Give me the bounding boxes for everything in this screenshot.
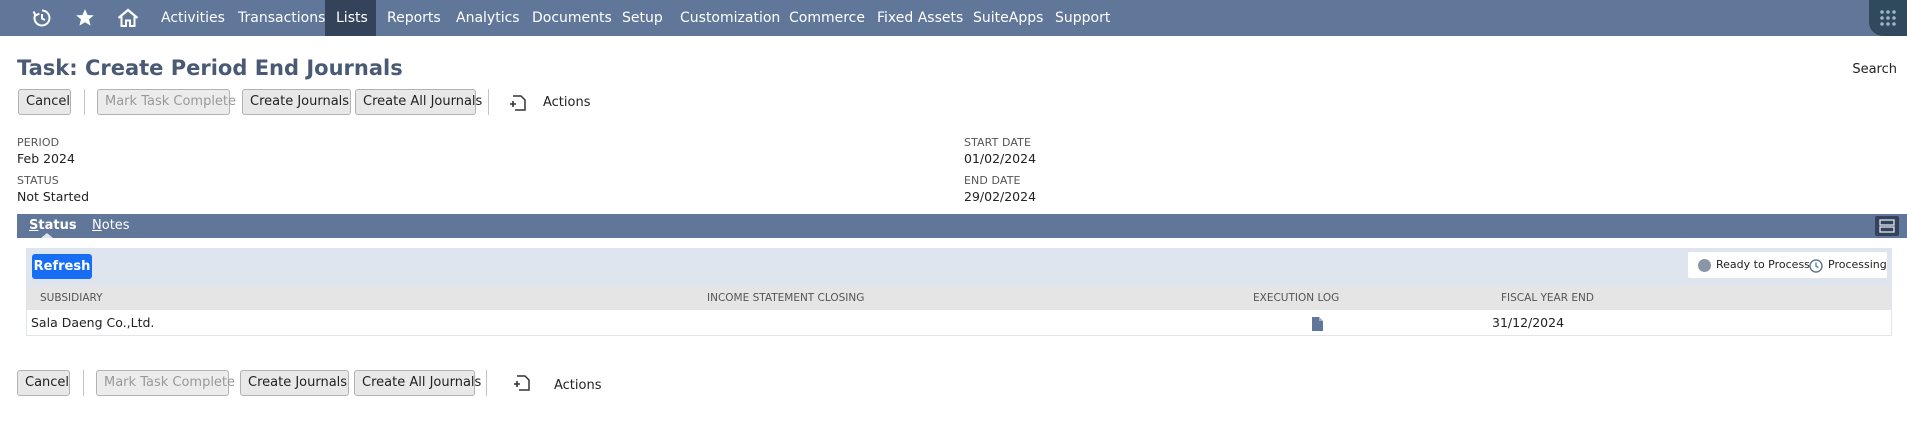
create-journals-button[interactable]: Create Journals: [242, 89, 351, 115]
create-all-journals-button[interactable]: Create All Journals: [355, 89, 482, 115]
nav-analytics[interactable]: Analytics: [445, 0, 531, 36]
mark-task-complete-button-bottom[interactable]: Mark Task Complete: [96, 370, 235, 396]
column-subsidiary[interactable]: SUBSIDIARY: [40, 286, 103, 310]
collapse-tabs-icon-glyph: [1879, 219, 1895, 233]
mark-task-complete-button[interactable]: Mark Task Complete: [97, 89, 236, 115]
cancel-button-bottom[interactable]: Cancel: [17, 370, 70, 396]
legend-ready-label: Ready to Process: [1716, 258, 1810, 271]
collapse-tabs-icon[interactable]: [1875, 216, 1899, 236]
search-link[interactable]: Search: [1852, 62, 1897, 77]
document-icon[interactable]: [1312, 316, 1323, 331]
nav-transactions[interactable]: Transactions: [227, 0, 336, 36]
processing-clock-icon: [1809, 258, 1823, 273]
page-title: Task: Create Period End Journals: [17, 56, 403, 80]
end-date-value: 29/02/2024: [964, 189, 1037, 204]
cancel-button[interactable]: Cancel: [18, 89, 71, 115]
tab-status-label: tatus: [38, 218, 77, 233]
nav-lists[interactable]: Lists: [325, 0, 376, 36]
nav-commerce[interactable]: Commerce: [778, 0, 876, 36]
nav-customization[interactable]: Customization: [669, 0, 791, 36]
cell-subsidiary: Sala Daeng Co.,Ltd.: [31, 315, 155, 330]
tab-notes[interactable]: Notes: [92, 214, 130, 238]
actions-icon[interactable]: [508, 93, 528, 113]
cell-fiscal-year-end: 31/12/2024: [1492, 315, 1565, 330]
table-row: Sala Daeng Co.,Ltd. 31/12/2024: [27, 310, 1891, 336]
actions-menu-bottom[interactable]: Actions: [554, 378, 602, 393]
button-separator: [83, 370, 84, 396]
actions-icon-glyph: [510, 95, 526, 111]
star-icon[interactable]: [67, 0, 103, 36]
recent-records-icon[interactable]: [24, 0, 60, 36]
refresh-button[interactable]: Refresh: [32, 254, 92, 279]
status-legend: Ready to Process Processing: [1688, 252, 1887, 278]
column-fiscal-year-end[interactable]: FISCAL YEAR END: [1501, 286, 1594, 310]
top-navigation-bar: Activities Transactions Lists Reports An…: [0, 0, 1907, 36]
apps-grid-icon-glyph: [1880, 10, 1896, 26]
start-date-value: 01/02/2024: [964, 151, 1037, 166]
button-separator: [488, 89, 489, 115]
legend-processing-label: Processing: [1828, 258, 1887, 271]
end-date-label: END DATE: [964, 174, 1021, 187]
nav-suiteapps[interactable]: SuiteApps: [962, 0, 1054, 36]
actions-icon-bottom[interactable]: [512, 373, 532, 393]
nav-setup[interactable]: Setup: [611, 0, 674, 36]
status-label: STATUS: [17, 174, 59, 187]
actions-menu[interactable]: Actions: [543, 95, 591, 110]
ready-status-dot: [1698, 259, 1711, 272]
active-tab-caret: [41, 233, 53, 238]
create-journals-button-bottom[interactable]: Create Journals: [240, 370, 349, 396]
create-all-journals-button-bottom[interactable]: Create All Journals: [354, 370, 481, 396]
tab-notes-label: otes: [101, 218, 130, 233]
nav-fixed-assets[interactable]: Fixed Assets: [866, 0, 974, 36]
button-separator: [84, 89, 85, 115]
nav-documents[interactable]: Documents: [521, 0, 623, 36]
star-icon-glyph: [76, 9, 94, 26]
tab-status-accesskey: S: [29, 218, 39, 233]
start-date-label: START DATE: [964, 136, 1032, 149]
table-header-row: SUBSIDIARY INCOME STATEMENT CLOSING EXEC…: [27, 286, 1891, 310]
period-label: PERIOD: [17, 136, 60, 149]
column-income-statement-closing[interactable]: INCOME STATEMENT CLOSING: [707, 286, 864, 310]
nav-activities[interactable]: Activities: [150, 0, 236, 36]
apps-grid-icon[interactable]: [1869, 0, 1907, 36]
column-execution-log[interactable]: EXECUTION LOG: [1253, 286, 1339, 310]
status-value: Not Started: [17, 189, 90, 204]
recent-records-icon-glyph: [32, 9, 51, 27]
processing-clock-glyph: [1809, 259, 1823, 273]
document-icon-glyph: [1312, 317, 1323, 331]
period-value: Feb 2024: [17, 151, 75, 166]
home-icon[interactable]: [110, 0, 146, 36]
home-icon-glyph: [117, 8, 139, 27]
button-separator: [486, 370, 487, 396]
nav-support[interactable]: Support: [1044, 0, 1121, 36]
tab-notes-accesskey: N: [92, 218, 102, 233]
actions-icon-bottom-glyph: [514, 375, 530, 391]
nav-reports[interactable]: Reports: [376, 0, 452, 36]
subtab-bar: Status Notes: [17, 214, 1907, 238]
